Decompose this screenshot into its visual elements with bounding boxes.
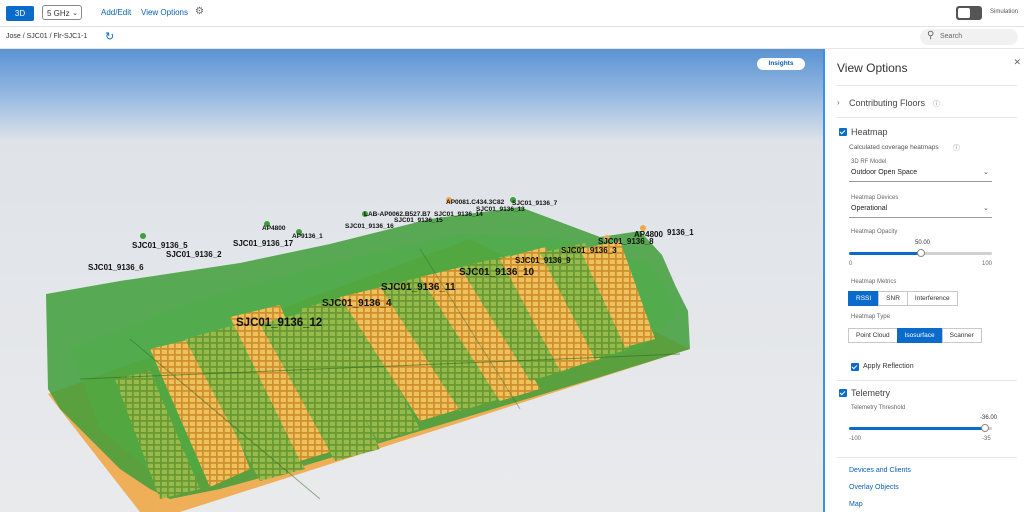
- toggle-knob: [958, 8, 970, 18]
- metric-snr-option[interactable]: SNR: [878, 291, 908, 306]
- top-toolbar: 3D 5 GHz ⌄ Add/Edit View Options ⚙ Simul…: [0, 0, 1024, 27]
- slider-fill: [849, 427, 985, 430]
- apply-reflection-checkbox[interactable]: [851, 363, 859, 371]
- heatmap-type-label: Heatmap Type: [851, 314, 890, 320]
- heatmap-subtitle: Calculated coverage heatmaps: [849, 144, 939, 151]
- close-icon[interactable]: ✕: [1013, 57, 1021, 68]
- telemetry-label: Telemetry: [851, 388, 891, 398]
- view-options-panel: View Options ✕ › Contributing Floors ⓘ H…: [823, 49, 1024, 512]
- search-box[interactable]: ⚲ Search: [920, 29, 1018, 45]
- simulation-label: Simulation: [990, 9, 1019, 15]
- opacity-min-label: 0: [849, 261, 853, 267]
- search-input[interactable]: Search: [940, 33, 962, 40]
- type-scanner-option[interactable]: Scanner: [941, 328, 982, 343]
- ap-label[interactable]: SJC01_9136_12: [236, 317, 322, 329]
- divider: [837, 380, 1017, 381]
- ap-label[interactable]: 9136_1: [667, 228, 694, 237]
- rf-model-value: Outdoor Open Space: [851, 169, 918, 176]
- telemetry-threshold-value: -36.00: [980, 415, 998, 421]
- ap-label[interactable]: AP9136_1: [292, 233, 323, 240]
- info-icon[interactable]: ⓘ: [933, 99, 940, 109]
- metric-interference-option[interactable]: Interference: [906, 291, 958, 306]
- view-options-link[interactable]: View Options: [141, 8, 188, 17]
- simulation-toggle[interactable]: [956, 6, 982, 20]
- threshold-min-label: -100: [849, 436, 862, 442]
- breadcrumb-bar: Jose / SJC01 / Flr-SJC1-1 ↻ ⚲ Search: [0, 27, 1024, 49]
- overlay-objects-link[interactable]: Overlay Objects: [849, 484, 899, 491]
- rf-model-label: 3D RF Model: [851, 159, 887, 165]
- ap-label[interactable]: AP4800: [262, 225, 286, 232]
- refresh-icon[interactable]: ↻: [105, 30, 114, 43]
- heatmap-devices-label: Heatmap Devices: [851, 195, 899, 201]
- chevron-down-icon: ⌄: [983, 205, 989, 212]
- map-link[interactable]: Map: [849, 501, 863, 508]
- chevron-down-icon: ⌄: [983, 169, 989, 176]
- heatmap-metrics-segmented: RSSI SNR Interference: [848, 291, 958, 306]
- ap-label[interactable]: SJC01_9136_3: [561, 246, 617, 255]
- divider: [837, 85, 1017, 86]
- rf-model-select[interactable]: Outdoor Open Space ⌄: [849, 167, 992, 182]
- telemetry-checkbox[interactable]: [839, 389, 847, 397]
- ap-label[interactable]: SJC01_9136_17: [233, 239, 293, 248]
- heatmap-opacity-label: Heatmap Opacity: [851, 229, 898, 235]
- heatmap-metrics-label: Heatmap Metrics: [851, 279, 897, 285]
- ap-label[interactable]: SJC01_9136_16: [345, 223, 394, 230]
- contributing-floors-toggle[interactable]: Contributing Floors: [849, 98, 925, 108]
- heatmap-checkbox[interactable]: [839, 128, 847, 136]
- ap-label[interactable]: SJC01_9136_15: [394, 217, 443, 224]
- ap-label[interactable]: SJC01_9136_13: [476, 206, 525, 213]
- chevron-right-icon[interactable]: ›: [837, 98, 840, 107]
- divider: [837, 457, 1017, 458]
- info-icon[interactable]: ⓘ: [953, 143, 960, 153]
- slider-handle[interactable]: [916, 249, 925, 257]
- telemetry-threshold-label: Telemetry Threshold: [851, 405, 906, 411]
- apply-reflection-label: Apply Reflection: [863, 363, 914, 370]
- ap-label[interactable]: SJC01_9136_2: [166, 250, 222, 259]
- panel-title: View Options: [837, 61, 908, 75]
- ap-label[interactable]: SJC01_9136_6: [88, 263, 144, 272]
- heatmap-opacity-slider[interactable]: [849, 249, 992, 257]
- breadcrumb[interactable]: Jose / SJC01 / Flr-SJC1-1: [6, 33, 87, 40]
- ap-label[interactable]: SJC01_9136_5: [132, 241, 188, 250]
- floor-3d-viewport[interactable]: Insights SJC01_9136_5 SJC01_9136_6 SJC01…: [0, 49, 823, 512]
- ap-label[interactable]: AP0081.C434.3C82: [446, 199, 504, 206]
- ap-label[interactable]: SJC01_9136_9: [515, 256, 571, 265]
- floor-3d-scene: [0, 49, 823, 512]
- opacity-max-label: 100: [982, 261, 993, 267]
- ap-pin[interactable]: [140, 233, 146, 239]
- chevron-down-icon: ⌄: [72, 10, 78, 17]
- type-point-cloud-option[interactable]: Point Cloud: [848, 328, 898, 343]
- band-select[interactable]: 5 GHz ⌄: [42, 5, 82, 20]
- metric-rssi-option[interactable]: RSSI: [848, 291, 880, 306]
- telemetry-threshold-slider[interactable]: [849, 424, 992, 432]
- view-3d-button[interactable]: 3D: [6, 6, 34, 21]
- ap-label[interactable]: SJC01_9136_10: [459, 267, 534, 278]
- slider-fill: [849, 252, 921, 255]
- ap-label[interactable]: SJC01_9136_11: [381, 282, 456, 293]
- slider-handle[interactable]: [980, 424, 989, 432]
- add-edit-link[interactable]: Add/Edit: [101, 8, 131, 17]
- devices-and-clients-link[interactable]: Devices and Clients: [849, 467, 911, 474]
- heatmap-devices-select[interactable]: Operational ⌄: [849, 203, 992, 218]
- search-icon: ⚲: [927, 30, 935, 41]
- heatmap-devices-value: Operational: [851, 205, 888, 212]
- ap-label[interactable]: AP4800: [634, 230, 663, 239]
- band-select-value: 5 GHz: [47, 9, 70, 18]
- insights-button[interactable]: Insights: [757, 58, 805, 70]
- type-isosurface-option[interactable]: Isosurface: [896, 328, 943, 343]
- heatmap-opacity-value: 50.00: [915, 240, 931, 246]
- heatmap-type-segmented: Point Cloud Isosurface Scanner: [848, 328, 982, 343]
- ap-label[interactable]: SJC01_9136_4: [322, 298, 392, 309]
- gear-icon[interactable]: ⚙: [195, 6, 204, 17]
- threshold-max-label: -35: [982, 436, 991, 442]
- heatmap-label: Heatmap: [851, 127, 888, 137]
- divider: [837, 117, 1017, 118]
